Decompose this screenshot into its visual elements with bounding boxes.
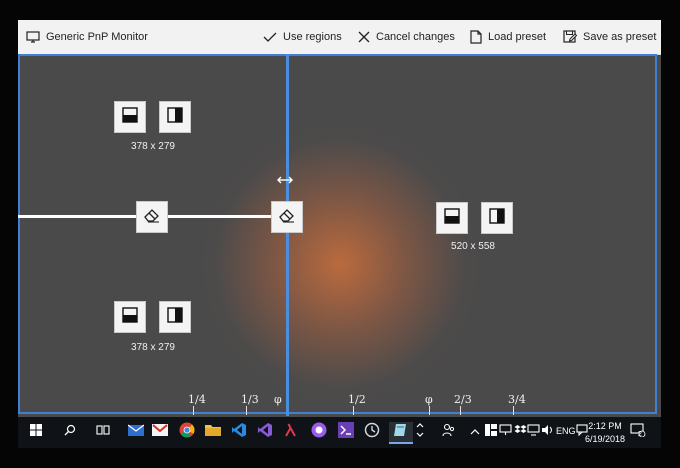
- ruler-tick-third: 1/3: [241, 393, 259, 406]
- right-half-icon: [167, 306, 183, 328]
- save-icon: [563, 30, 577, 44]
- ruler-tick-three-quarters: 3/4: [508, 393, 526, 406]
- monitor-icon: [26, 31, 40, 43]
- ruler-tick-quarter: 1/4: [188, 393, 206, 406]
- mail-icon: [127, 423, 145, 442]
- region-toolbar: Generic PnP Monitor Use regions Cancel c…: [18, 20, 661, 55]
- ruler-line: [193, 406, 194, 415]
- chrome-icon: [179, 422, 195, 443]
- gmail-icon: [152, 423, 168, 441]
- monitor-name: Generic PnP Monitor: [46, 31, 148, 43]
- folder-icon: [205, 423, 221, 442]
- ruler-tick-phi: φ: [274, 393, 282, 406]
- start-button[interactable]: [26, 422, 46, 442]
- taskbar-powershell[interactable]: [336, 421, 356, 443]
- right-half-icon: [489, 207, 505, 229]
- app-circle-icon: [311, 422, 327, 443]
- snap-right-half-button[interactable]: [159, 301, 191, 333]
- task-view-icon: [96, 423, 110, 441]
- taskbar-visual-studio[interactable]: [255, 422, 275, 442]
- cancel-changes-label: Cancel changes: [376, 31, 455, 43]
- eraser-icon: [143, 207, 161, 228]
- lambda-icon: [284, 423, 298, 442]
- taskbar: ENG 2:12 PM 6/19/2018 2: [18, 417, 661, 448]
- people-icon: [442, 423, 456, 442]
- powershell-icon: [338, 421, 354, 443]
- monitor-selector[interactable]: Generic PnP Monitor: [26, 20, 148, 54]
- bottom-half-icon: [122, 106, 138, 128]
- document-icon: [470, 30, 482, 44]
- use-regions-button[interactable]: Use regions: [263, 20, 342, 54]
- visual-studio-icon: [257, 422, 273, 443]
- task-view-button[interactable]: [93, 422, 113, 442]
- ruler-tick-phi: φ: [425, 393, 433, 406]
- vertical-region-divider[interactable]: [286, 54, 289, 416]
- taskbar-lambda-app[interactable]: [281, 422, 301, 442]
- close-icon: [358, 31, 370, 43]
- taskbar-scroll-control[interactable]: [415, 422, 425, 442]
- use-regions-label: Use regions: [283, 31, 342, 43]
- ruler-tick-two-thirds: 2/3: [454, 393, 472, 406]
- snap-bottom-half-button[interactable]: [114, 301, 146, 333]
- right-half-icon: [167, 106, 183, 128]
- load-preset-label: Load preset: [488, 31, 547, 43]
- ruler-line: [353, 406, 354, 415]
- eraser-icon: [278, 207, 296, 228]
- taskbar-purple-app[interactable]: [309, 422, 329, 442]
- clock-date: 6/19/2018: [584, 434, 625, 444]
- ruler-tick-half: 1/2: [348, 393, 366, 406]
- erase-divider-button[interactable]: [136, 201, 168, 233]
- bottom-half-icon: [122, 306, 138, 328]
- clock-icon: [364, 422, 380, 443]
- ruler-line: [460, 406, 461, 415]
- region-size-label: 378 x 279: [131, 141, 175, 152]
- load-preset-button[interactable]: Load preset: [470, 20, 546, 54]
- erase-divider-button[interactable]: [271, 201, 303, 233]
- taskbar-chrome[interactable]: [177, 422, 197, 442]
- windows-icon: [30, 423, 42, 441]
- screen: Generic PnP Monitor Use regions Cancel c…: [18, 20, 661, 448]
- save-preset-button[interactable]: Save as preset: [563, 20, 656, 54]
- ruler-line: [429, 406, 430, 415]
- taskbar-active-app[interactable]: [389, 422, 413, 444]
- chevron-up-down-icon: [416, 420, 424, 445]
- vscode-icon: [231, 422, 247, 443]
- ruler-line: [513, 406, 514, 415]
- action-center-button[interactable]: 2: [628, 422, 648, 442]
- chevron-up-icon: [470, 423, 480, 441]
- ruler-line: [246, 406, 247, 415]
- search-button[interactable]: [60, 422, 80, 442]
- notification-count: 2: [638, 431, 642, 438]
- language-indicator[interactable]: ENG: [556, 426, 576, 436]
- save-preset-label: Save as preset: [583, 31, 657, 43]
- clock-time: 2:12 PM: [588, 421, 622, 431]
- volume-icon: [541, 423, 554, 441]
- taskbar-vscode[interactable]: [229, 422, 249, 442]
- monitor-frame: Generic PnP Monitor Use regions Cancel c…: [0, 0, 680, 468]
- checkmark-icon: [263, 31, 277, 43]
- taskbar-gmail[interactable]: [150, 422, 170, 442]
- notebook-icon: [393, 422, 409, 443]
- snap-bottom-half-button[interactable]: [114, 101, 146, 133]
- cancel-changes-button[interactable]: Cancel changes: [358, 20, 455, 54]
- taskbar-clock[interactable]: 2:12 PM 6/19/2018: [585, 420, 625, 446]
- region-size-label: 520 x 558: [451, 241, 495, 252]
- bottom-half-icon: [444, 207, 460, 229]
- snap-right-half-button[interactable]: [159, 101, 191, 133]
- snap-bottom-half-button[interactable]: [436, 202, 468, 234]
- resize-cursor-icon: [276, 171, 294, 189]
- tray-volume-button[interactable]: [537, 422, 557, 442]
- snap-right-half-button[interactable]: [481, 202, 513, 234]
- taskbar-mail[interactable]: [126, 422, 146, 442]
- region-size-label: 378 x 279: [131, 342, 175, 353]
- people-button[interactable]: [439, 422, 459, 442]
- search-icon: [64, 423, 76, 441]
- taskbar-clock-app[interactable]: [362, 422, 382, 442]
- taskbar-file-explorer[interactable]: [203, 422, 223, 442]
